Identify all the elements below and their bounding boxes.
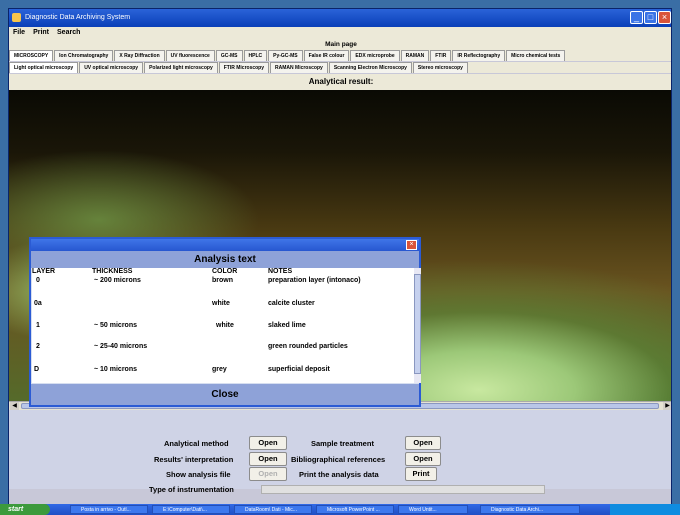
row-2-color: white [216,322,234,329]
secondary-tabs: Light optical microscopy UV optical micr… [9,62,671,73]
menu-file[interactable]: File [13,27,25,39]
row-3-thickness: ~ 25-40 microns [94,343,148,350]
sample-treatment-label: Sample treatment [311,439,374,448]
row-2-thickness: ~ 50 microns [94,322,137,329]
analysis-table: LAYER THICKNESS COLOR NOTES 0 ~ 200 micr… [32,268,414,383]
row-1-color: white [212,300,230,307]
tab-micro-chemical-tests[interactable]: Micro chemical tests [506,50,566,61]
row-2-layer: 1 [36,322,40,329]
scroll-right-icon[interactable]: ▶ [663,402,671,410]
row-1-layer: 0a [34,300,42,307]
menu-bar: File Print Search [9,27,671,39]
row-4-thickness: ~ 10 microns [94,366,137,373]
tab-x-ray-diffraction[interactable]: X Ray Diffraction [114,50,165,61]
taskbar-item-powerpoint[interactable]: Microsoft PowerPoint ... [316,505,394,514]
taskbar-item-diagnostic[interactable]: Diagnostic Data Archi... [480,505,580,514]
bibliographical-references-open-button[interactable]: Open [405,452,441,466]
taskbar-item-dataroom[interactable]: DataRoom\ Dati - Mic... [234,505,312,514]
primary-tabs: MICROSCOPY Ion Chromatography X Ray Diff… [9,50,671,61]
tab-hplc[interactable]: HPLC [243,50,268,61]
header-notes: NOTES [268,268,293,275]
tab-ftir[interactable]: FTIR [430,50,452,61]
row-0-layer: 0 [36,277,40,284]
instrumentation-field[interactable] [261,485,545,494]
row-4-color: grey [212,366,227,373]
header-layer: LAYER [32,268,56,275]
dialog-scroll-thumb[interactable] [414,274,421,374]
taskbar-item-word[interactable]: Word Untit... [398,505,468,514]
main-window: Diagnostic Data Archiving System _ □ × F… [8,8,672,506]
type-of-instrumentation-label: Type of instrumentation [149,485,234,494]
main-page-label: Main page [9,39,671,50]
row-1-notes: calcite cluster [268,300,315,307]
scroll-left-icon[interactable]: ◀ [10,402,19,410]
tab-raman-microscopy[interactable]: RAMAN Microscopy [270,62,328,73]
taskbar-item-outlook[interactable]: Posta in arrivo - Outl... [70,505,148,514]
tab-ftir-microscopy[interactable]: FTIR Microscopy [218,62,270,73]
tab-ir-reflectography[interactable]: IR Reflectography [452,50,506,61]
menu-print[interactable]: Print [33,27,49,39]
row-0-color: brown [212,277,233,284]
header-thickness: THICKNESS [92,268,133,275]
taskbar: start Posta in arrivo - Outl... E:\Compu… [0,504,680,515]
minimize-icon[interactable]: _ [630,11,643,24]
analytical-method-open-button[interactable]: Open [249,436,287,450]
bottom-panel: Analytical method Open Sample treatment … [9,410,671,494]
window-title: Diagnostic Data Archiving System [25,14,131,21]
bibliographical-references-label: Bibliographical references [291,455,386,464]
dialog-title-bar [31,239,419,251]
tab-scanning-electron-microscopy[interactable]: Scanning Electron Microscopy [328,62,412,73]
tab-microscopy[interactable]: MICROSCOPY [9,50,54,61]
print-analysis-data-button[interactable]: Print [405,467,437,481]
results-interpretation-open-button[interactable]: Open [249,452,287,466]
title-bar: Diagnostic Data Archiving System _ □ × [9,9,671,27]
tab-uv-optical-microscopy[interactable]: UV optical microscopy [79,62,144,73]
dialog-vertical-scrollbar[interactable] [414,268,421,383]
dialog-heading: Analysis text [31,251,419,268]
tab-light-optical-microscopy[interactable]: Light optical microscopy [9,62,79,73]
tab-py-gc-ms[interactable]: Py-GC-MS [268,50,303,61]
print-analysis-data-label: Print the analysis data [299,470,379,479]
dialog-close-button[interactable]: Close [31,384,419,405]
analytical-result-label: Analytical result: [9,74,671,90]
analytical-method-label: Analytical method [164,439,229,448]
row-0-thickness: ~ 200 microns [94,277,141,284]
start-button[interactable]: start [0,504,50,515]
row-3-notes: green rounded particles [268,343,348,350]
system-tray [610,504,680,515]
tab-stereo-microscopy[interactable]: Stereo microscopy [412,62,468,73]
tab-gc-ms[interactable]: GC-MS [215,50,243,61]
header-color: COLOR [212,268,238,275]
analysis-text-dialog: × Analysis text LAYER THICKNESS COLOR NO… [29,237,421,407]
maximize-icon[interactable]: □ [644,11,657,24]
row-2-notes: slaked lime [268,322,306,329]
app-icon [12,13,21,22]
tab-uv-fluorescence[interactable]: UV fluorescence [165,50,215,61]
close-icon[interactable]: × [658,11,671,24]
row-0-notes: preparation layer (intonaco) [268,277,361,284]
taskbar-item-folder[interactable]: E:\Computer\Dati\... [152,505,230,514]
tab-raman[interactable]: RAMAN [400,50,430,61]
menu-search[interactable]: Search [57,27,80,39]
dialog-close-icon[interactable]: × [406,240,417,250]
show-analysis-file-label: Show analysis file [166,470,231,479]
tab-ion-chromatography[interactable]: Ion Chromatography [54,50,114,61]
row-3-layer: 2 [36,343,40,350]
results-interpretation-label: Results' interpretation [154,455,234,464]
tab-polarized-light-microscopy[interactable]: Polarized light microscopy [144,62,218,73]
show-analysis-file-open-button[interactable]: Open [249,467,287,481]
tab-false-ir-colour[interactable]: False IR colour [303,50,350,61]
tab-edx-microprobe[interactable]: EDX microprobe [350,50,400,61]
row-4-layer: D [34,366,40,373]
row-4-notes: superficial deposit [268,366,330,373]
sample-treatment-open-button[interactable]: Open [405,436,441,450]
